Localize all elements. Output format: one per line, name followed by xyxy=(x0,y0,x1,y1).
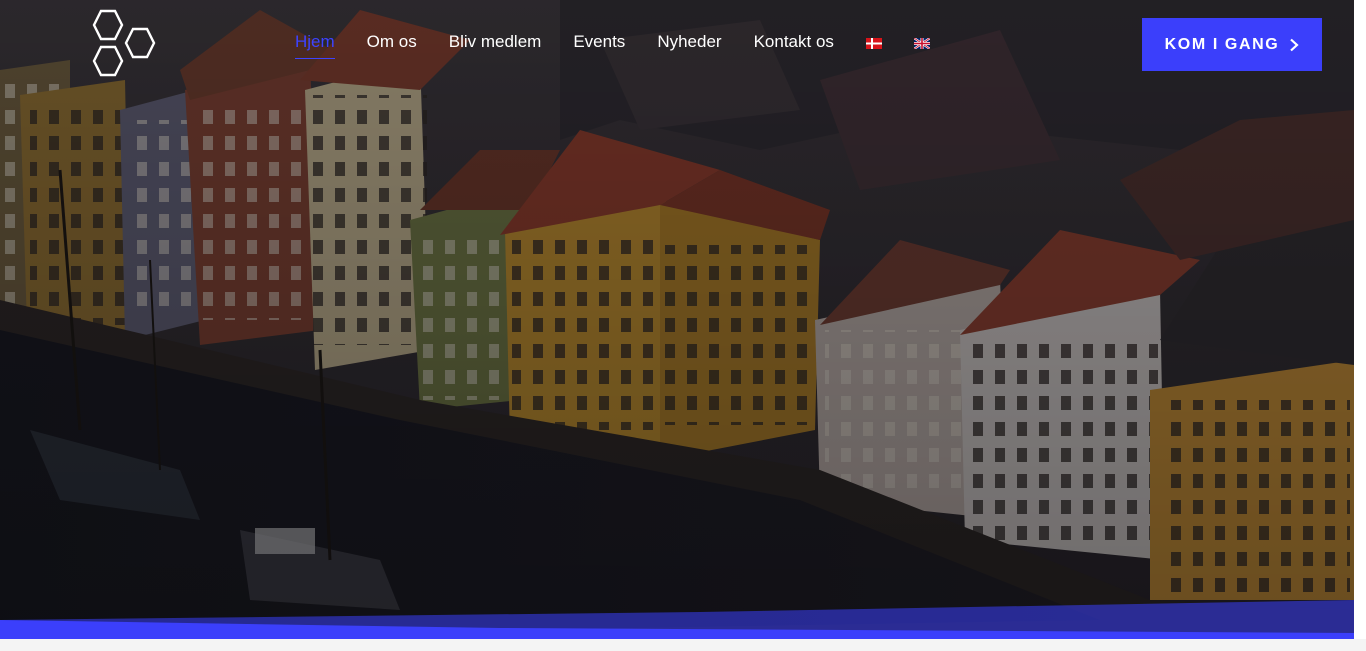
nav-item-om-os[interactable]: Om os xyxy=(367,30,417,58)
get-started-button[interactable]: KOM I GANG xyxy=(1142,18,1322,71)
danish-flag-icon[interactable] xyxy=(865,38,882,49)
hero-background-image xyxy=(0,0,1354,639)
hero-section: Hjem Om os Bliv medlem Events Nyheder Ko… xyxy=(0,0,1354,639)
nav-item-nyheder[interactable]: Nyheder xyxy=(657,30,721,58)
get-started-label: KOM I GANG xyxy=(1164,35,1280,53)
page-content-edge xyxy=(0,639,1366,651)
hexagon-cluster-logo-icon[interactable] xyxy=(88,8,166,82)
nav-item-kontakt-os[interactable]: Kontakt os xyxy=(754,30,834,58)
nav-item-events[interactable]: Events xyxy=(573,30,625,58)
main-navigation: Hjem Om os Bliv medlem Events Nyheder Ko… xyxy=(295,30,962,59)
nav-item-hjem[interactable]: Hjem xyxy=(295,30,335,59)
uk-flag-icon[interactable] xyxy=(913,38,930,49)
scrollbar-track[interactable] xyxy=(1354,0,1366,651)
chevron-right-icon xyxy=(1290,38,1299,51)
nav-item-bliv-medlem[interactable]: Bliv medlem xyxy=(449,30,542,58)
